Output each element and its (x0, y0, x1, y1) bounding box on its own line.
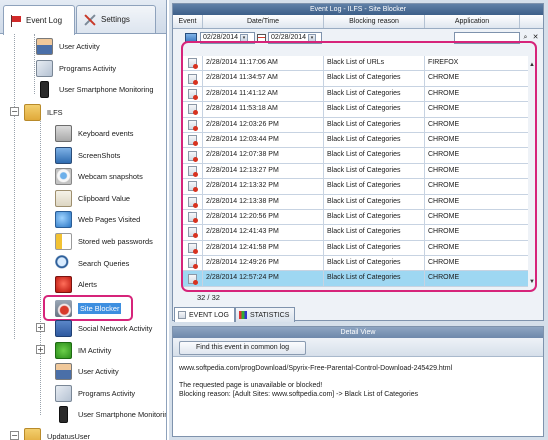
user-activity-icon (55, 362, 72, 380)
keyboard-icon (55, 124, 72, 142)
tree-connector (34, 34, 35, 94)
tree-item-stored-web-passwords[interactable]: Stored web passwords (55, 231, 153, 251)
expand-toggle[interactable]: + (36, 345, 45, 354)
site-blocker-icon (55, 299, 72, 317)
table-highlight-outline (181, 41, 537, 292)
tree-item-label: Programs Activity (59, 63, 117, 73)
tree-item-alerts[interactable]: Alerts (55, 274, 97, 294)
tree-item-label: Social Network Activity (78, 323, 153, 333)
tree-connector (14, 34, 15, 339)
tree-item-user-activity[interactable]: User Activity (55, 361, 119, 381)
left-navigation-panel: Event Log Settings User Activity Program… (0, 0, 167, 440)
tools-icon (83, 13, 97, 27)
tree-item-label: IM Activity (78, 345, 112, 355)
tab-settings-label: Settings (101, 15, 130, 24)
tree-item-screenshots[interactable]: ScreenShots (55, 145, 120, 165)
detail-view-panel: Detail View Find this event in common lo… (172, 326, 544, 437)
tree-item-label: ILFS (47, 107, 63, 117)
statistics-chart-icon (238, 311, 247, 319)
tree-item-user-updatususer[interactable]: UpdatusUser (24, 426, 90, 440)
event-log-frame: Event Log - ILFS - Site Blocker Event Da… (172, 3, 544, 321)
user-folder-icon (24, 427, 41, 440)
tree-item-label: Alerts (78, 279, 97, 289)
social-network-icon (55, 319, 72, 337)
left-tab-bar: Event Log Settings (0, 0, 166, 35)
tree-item-label: Web Pages Visited (78, 214, 141, 224)
tree-item-web-pages-visited[interactable]: Web Pages Visited (55, 209, 140, 229)
event-log-title: Event Log - ILFS - Site Blocker (173, 4, 543, 15)
tree-item-smartphone-monitoring[interactable]: User Smartphone Monitoring (36, 79, 153, 99)
tree-item-user-activity[interactable]: User Activity (36, 36, 100, 56)
tree-item-label: User Smartphone Monitoring (78, 409, 167, 419)
clipboard-icon (55, 189, 72, 207)
smartphone-icon (40, 80, 49, 98)
user-activity-icon (36, 37, 53, 55)
tree-connector (40, 118, 41, 328)
tree-item-label: Stored web passwords (78, 236, 153, 246)
tree-connector (40, 327, 41, 415)
subtab-event-log-label: EVENT LOG (189, 311, 229, 319)
bottom-subtabs: EVENT LOG STATISTICS (174, 307, 296, 322)
column-header-blocking-reason[interactable]: Blocking reason (324, 15, 425, 28)
tree-item-im-activity[interactable]: IM Activity (55, 340, 111, 360)
subtab-statistics-label: STATISTICS (249, 311, 290, 319)
tree-item-programs-activity[interactable]: Programs Activity (36, 58, 116, 78)
column-header-datetime[interactable]: Date/Time (203, 15, 324, 28)
tree-item-label: Search Queries (78, 258, 130, 268)
password-icon (55, 232, 72, 250)
tree-item-social-network-activity[interactable]: Social Network Activity (55, 318, 152, 338)
programs-activity-icon (36, 59, 53, 77)
tree-item-clipboard-value[interactable]: Clipboard Value (55, 188, 130, 208)
tree-item-label: Webcam snapshots (78, 171, 143, 181)
find-in-common-log-button[interactable]: Find this event in common log (179, 341, 306, 355)
tree-item-search-queries[interactable]: Search Queries (55, 253, 129, 273)
screenshot-icon (55, 146, 72, 164)
column-header-row: Event Date/Time Blocking reason Applicat… (173, 15, 543, 29)
flag-icon (10, 14, 22, 27)
detail-text: www.softpedia.com/progDownload/Spyrix-Fr… (179, 365, 453, 398)
record-count: 32 / 32 (197, 293, 220, 302)
globe-icon (55, 210, 72, 228)
tree-item-smartphone-monitoring[interactable]: User Smartphone Monitoring (55, 404, 167, 424)
tree-item-keyboard-events[interactable]: Keyboard events (55, 123, 133, 143)
tab-event-log[interactable]: Event Log (3, 5, 75, 35)
tree-item-label: User Activity (59, 41, 100, 51)
programs-activity-icon (55, 384, 72, 402)
tab-event-log-label: Event Log (26, 16, 63, 25)
expand-toggle[interactable]: + (36, 323, 45, 332)
tree-item-label: ScreenShots (78, 150, 121, 160)
tree-item-webcam-snapshots[interactable]: Webcam snapshots (55, 166, 143, 186)
tree-item-label: User Activity (78, 366, 119, 376)
tree-item-label: Site Blocker (78, 302, 122, 314)
subtab-event-log[interactable]: EVENT LOG (174, 307, 235, 322)
tree-item-site-blocker[interactable]: Site Blocker (55, 298, 122, 318)
column-header-application[interactable]: Application (425, 15, 520, 28)
search-icon (55, 254, 72, 272)
detail-toolbar: Find this event in common log (173, 338, 543, 357)
tree-item-label: User Smartphone Monitoring (59, 84, 154, 94)
tree-item-programs-activity[interactable]: Programs Activity (55, 383, 135, 403)
detail-view-title: Detail View (173, 327, 543, 338)
tree-item-label: Programs Activity (78, 388, 136, 398)
alert-icon (55, 275, 72, 293)
event-log-icon (178, 311, 186, 319)
category-tree: User Activity Programs Activity User Sma… (0, 34, 167, 440)
smartphone-icon (59, 405, 68, 423)
right-content-panel: Event Log - ILFS - Site Blocker Event Da… (169, 0, 548, 440)
collapse-toggle[interactable]: − (10, 431, 19, 440)
tab-settings[interactable]: Settings (76, 5, 156, 33)
webcam-icon (55, 167, 72, 185)
tree-item-label: UpdatusUser (47, 431, 91, 440)
column-header-event[interactable]: Event (173, 15, 203, 28)
user-folder-icon (24, 103, 41, 121)
tree-item-label: Clipboard Value (78, 193, 131, 203)
tree-item-label: Keyboard events (78, 128, 134, 138)
im-icon (55, 341, 72, 359)
collapse-toggle[interactable]: − (10, 107, 19, 116)
subtab-statistics[interactable]: STATISTICS (234, 307, 296, 322)
tree-item-user-ilfs[interactable]: ILFS (24, 102, 63, 122)
